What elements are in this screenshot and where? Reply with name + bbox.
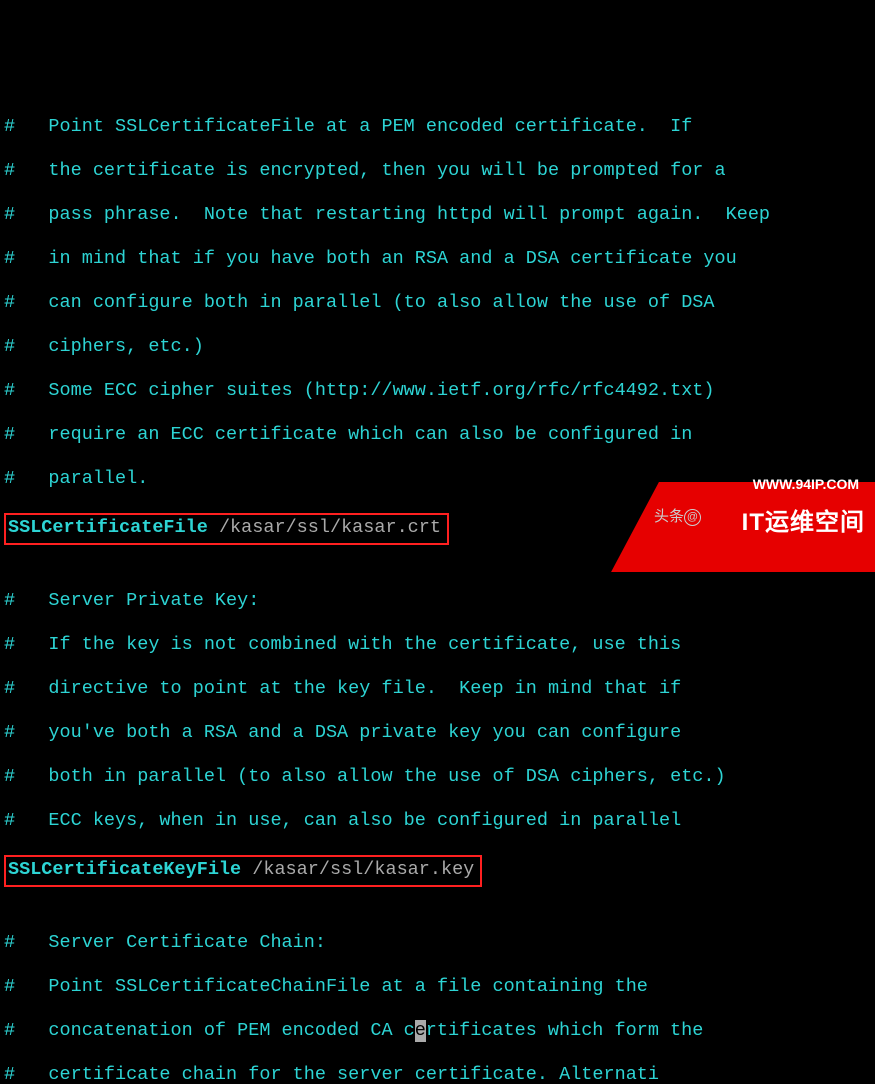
directive-name: SSLCertificateKeyFile <box>8 859 241 880</box>
config-comment-line: # can configure both in parallel (to als… <box>4 292 871 314</box>
config-comment-line: # pass phrase. Note that restarting http… <box>4 204 871 226</box>
watermark-overlay: WWW.94IP.COM 头条@ IT运维空间 <box>853 432 875 542</box>
watermark-brand-text: IT运维空间 <box>742 512 865 534</box>
config-comment-line: # Point SSLCertificateFile at a PEM enco… <box>4 116 871 138</box>
config-comment-line: # Server Private Key: <box>4 590 871 612</box>
directive-path: /kasar/ssl/kasar.key <box>252 859 474 880</box>
ssl-certificate-file-directive: SSLCertificateFile /kasar/ssl/kasar.crt <box>4 513 449 545</box>
ssl-certificate-key-file-directive: SSLCertificateKeyFile /kasar/ssl/kasar.k… <box>4 855 482 887</box>
text-cursor: e <box>415 1020 426 1042</box>
config-comment-line: # ciphers, etc.) <box>4 336 871 358</box>
blank-line <box>4 888 871 910</box>
cursor-line: # concatenation of PEM encoded CA certif… <box>4 1020 871 1042</box>
config-comment-line: # Point SSLCertificateChainFile at a fil… <box>4 976 871 998</box>
config-comment-line: # in mind that if you have both an RSA a… <box>4 248 871 270</box>
watermark-toutiao-text: 头条@ <box>654 506 701 528</box>
config-comment-line: # you've both a RSA and a DSA private ke… <box>4 722 871 744</box>
editor-viewport[interactable]: # Point SSLCertificateFile at a PEM enco… <box>4 94 871 1084</box>
text-before-cursor: # concatenation of PEM encoded CA c <box>4 1020 415 1041</box>
config-comment-line: # If the key is not combined with the ce… <box>4 634 871 656</box>
config-comment-line: # certificate chain for the server certi… <box>4 1064 871 1084</box>
config-comment-line: # Server Certificate Chain: <box>4 932 871 954</box>
config-comment-line: # require an ECC certificate which can a… <box>4 424 871 446</box>
config-comment-line: # ECC keys, when in use, can also be con… <box>4 810 871 832</box>
at-icon: @ <box>684 509 701 526</box>
text-after-cursor: rtificates which form the <box>426 1020 704 1041</box>
config-comment-line: # the certificate is encrypted, then you… <box>4 160 871 182</box>
directive-name: SSLCertificateFile <box>8 517 208 538</box>
directive-path: /kasar/ssl/kasar.crt <box>219 517 441 538</box>
config-comment-line: # Some ECC cipher suites (http://www.iet… <box>4 380 871 402</box>
watermark-url-text: WWW.94IP.COM <box>753 473 859 495</box>
config-comment-line: # directive to point at the key file. Ke… <box>4 678 871 700</box>
config-comment-line: # both in parallel (to also allow the us… <box>4 766 871 788</box>
